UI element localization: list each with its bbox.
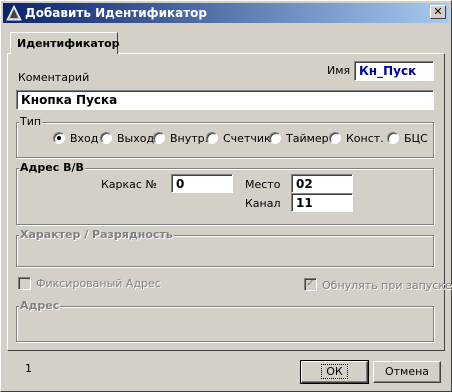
cancel-button[interactable]: Отмена	[373, 361, 441, 383]
radio-counter[interactable]	[206, 132, 218, 144]
radio-selected-dot	[57, 136, 61, 140]
radio-internal[interactable]	[153, 132, 165, 144]
radio-internal-label: Внутр.	[170, 132, 209, 145]
reset-on-start-checkbox[interactable]: ✓	[304, 278, 317, 291]
radio-output[interactable]	[100, 132, 112, 144]
radio-timer[interactable]	[269, 132, 281, 144]
tab-identifier[interactable]: Идентификатор	[10, 32, 120, 54]
ok-button[interactable]: ОК	[300, 360, 369, 384]
cancel-button-label: Отмена	[384, 365, 430, 378]
address-group	[16, 306, 434, 342]
frame-field[interactable]: 0	[171, 174, 233, 193]
name-label: Имя	[327, 64, 351, 77]
radio-counter-label: Счетчик	[223, 132, 271, 145]
app-triangle-icon	[6, 5, 22, 21]
close-icon: ✕	[433, 5, 443, 18]
close-button[interactable]: ✕	[430, 5, 446, 19]
window-title: Добавить Идентификатор	[25, 6, 208, 20]
fixed-address-label: Фиксированый Адрес	[36, 277, 161, 290]
dialog-window: Добавить Идентификатор ✕ Идентификатор И…	[0, 0, 452, 392]
radio-input-label: Вход	[70, 132, 99, 145]
radio-bcs-label: БЦС	[404, 132, 428, 145]
title-bar[interactable]: Добавить Идентификатор ✕	[3, 3, 449, 23]
place-label: Место	[245, 178, 281, 191]
place-field[interactable]: 02	[291, 174, 353, 193]
radio-bcs[interactable]	[387, 132, 399, 144]
character-group-label: Характер / Разрядность	[19, 228, 174, 241]
radio-timer-label: Таймер	[286, 132, 329, 145]
reset-on-start-label: Обнулять при запуске	[322, 279, 452, 292]
address-group-label: Адрес	[19, 299, 61, 312]
comment-field[interactable]: Кнопка Пуска	[16, 90, 434, 110]
channel-label: Канал	[245, 197, 281, 210]
channel-field[interactable]: 11	[291, 193, 353, 212]
frame-label: Каркас №	[101, 178, 157, 191]
checkmark-icon: ✓	[306, 278, 315, 289]
name-field[interactable]: Кн_Пуск	[354, 61, 434, 81]
ok-button-label: ОК	[321, 364, 348, 379]
fixed-address-checkbox[interactable]	[18, 277, 31, 290]
address-io-label: Адрес В/В	[19, 161, 85, 174]
radio-const-label: Конст.	[346, 132, 384, 145]
comment-label: Коментарий	[18, 71, 90, 84]
type-group-label: Тип	[19, 115, 43, 128]
radio-const[interactable]	[329, 132, 341, 144]
radio-output-label: Выход	[117, 132, 155, 145]
radio-input[interactable]	[53, 132, 65, 144]
status-number: 1	[25, 362, 32, 375]
